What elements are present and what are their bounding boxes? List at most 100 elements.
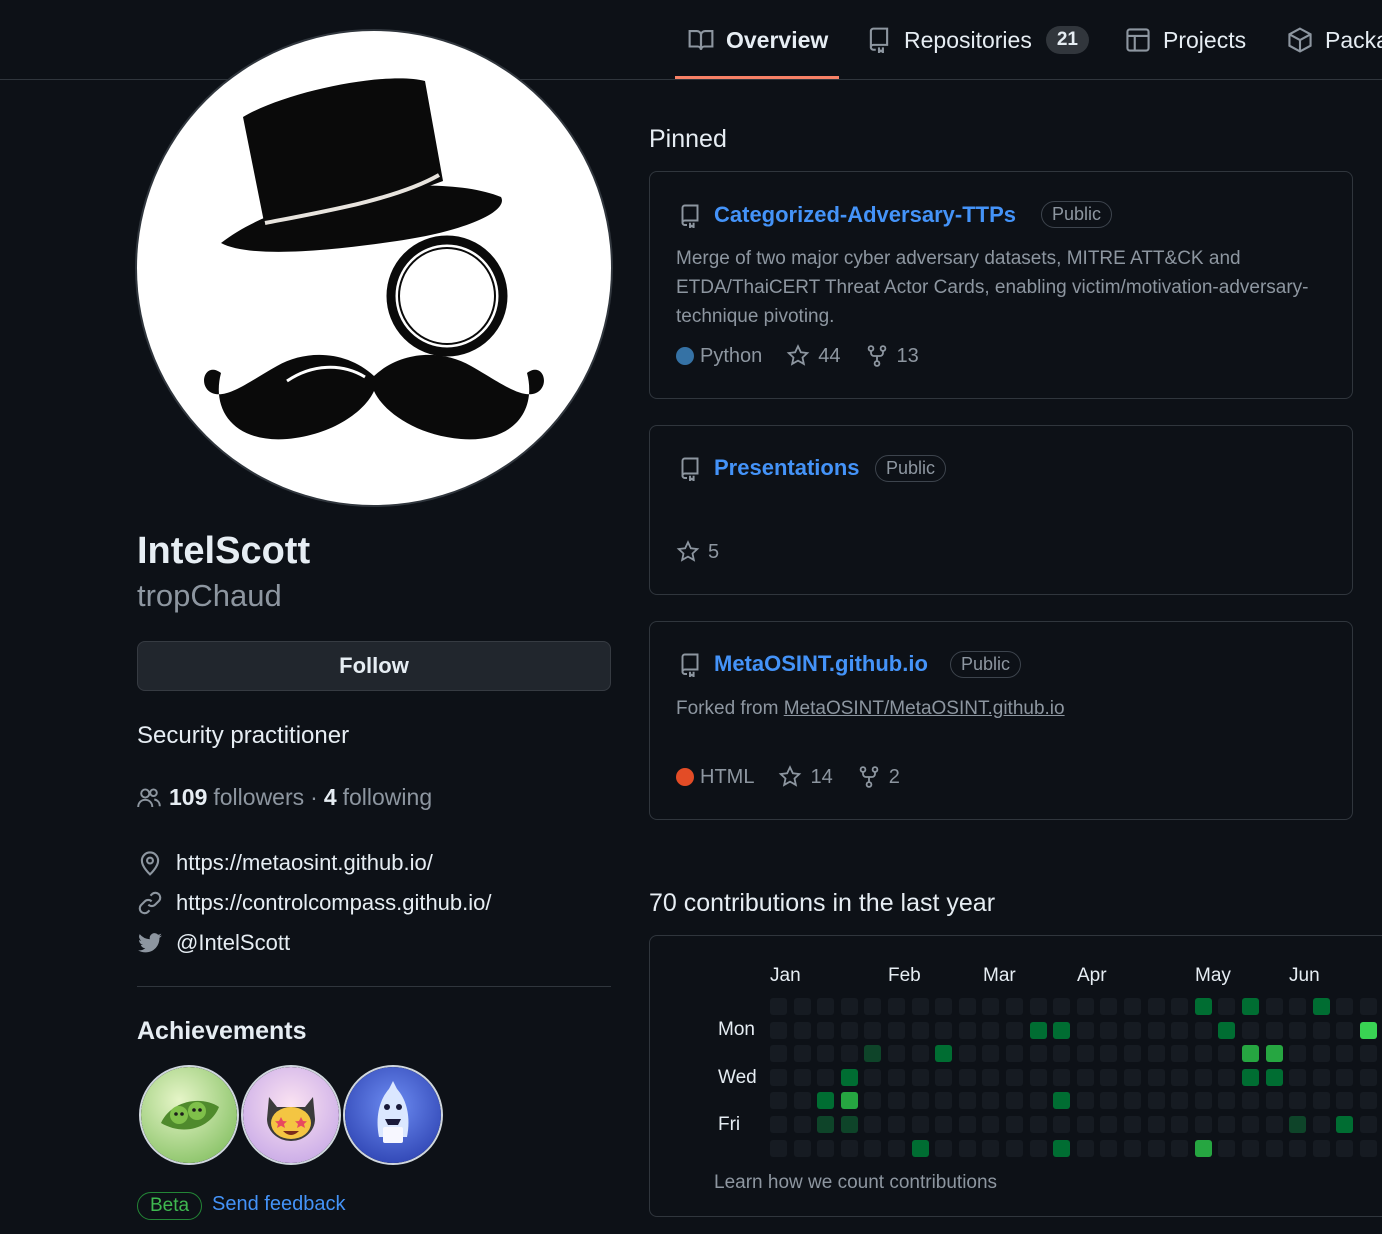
repo-stars-link[interactable]: 14 — [778, 765, 833, 789]
contribution-day-cell[interactable] — [1313, 1140, 1330, 1157]
contribution-day-cell[interactable] — [1195, 1092, 1212, 1109]
contribution-day-cell[interactable] — [817, 1045, 834, 1062]
contribution-day-cell[interactable] — [1242, 1140, 1259, 1157]
contribution-day-cell[interactable] — [1053, 1045, 1070, 1062]
contribution-day-cell[interactable] — [864, 1140, 881, 1157]
contribution-day-cell[interactable] — [1336, 1045, 1353, 1062]
followers-link[interactable]: 109 followers — [169, 784, 304, 811]
contribution-day-cell[interactable] — [982, 1022, 999, 1039]
contribution-day-cell[interactable] — [1124, 1045, 1141, 1062]
contribution-day-cell[interactable] — [912, 1116, 929, 1133]
contribution-day-cell[interactable] — [1266, 1045, 1283, 1062]
contribution-day-cell[interactable] — [1242, 1116, 1259, 1133]
contribution-day-cell[interactable] — [864, 1069, 881, 1086]
contribution-day-cell[interactable] — [888, 1022, 905, 1039]
contribution-day-cell[interactable] — [1124, 1140, 1141, 1157]
contribution-day-cell[interactable] — [1360, 1092, 1377, 1109]
pair-extraordinaire-badge[interactable] — [141, 1067, 237, 1163]
contribution-day-cell[interactable] — [1148, 1092, 1165, 1109]
contribution-day-cell[interactable] — [1053, 1069, 1070, 1086]
contribution-day-cell[interactable] — [1171, 1069, 1188, 1086]
contribution-day-cell[interactable] — [912, 1092, 929, 1109]
contribution-day-cell[interactable] — [817, 1140, 834, 1157]
contribution-day-cell[interactable] — [935, 1092, 952, 1109]
contribution-day-cell[interactable] — [770, 1140, 787, 1157]
contribution-day-cell[interactable] — [912, 1022, 929, 1039]
contribution-day-cell[interactable] — [1195, 1022, 1212, 1039]
contribution-day-cell[interactable] — [1195, 1116, 1212, 1133]
contribution-day-cell[interactable] — [1266, 1116, 1283, 1133]
contribution-day-cell[interactable] — [912, 1069, 929, 1086]
pull-shark-badge[interactable] — [345, 1067, 441, 1163]
contribution-day-cell[interactable] — [841, 1140, 858, 1157]
contribution-day-cell[interactable] — [1006, 1045, 1023, 1062]
contribution-day-cell[interactable] — [888, 1140, 905, 1157]
contribution-day-cell[interactable] — [1313, 1092, 1330, 1109]
contribution-day-cell[interactable] — [1313, 998, 1330, 1015]
contribution-day-cell[interactable] — [1100, 1116, 1117, 1133]
contribution-day-cell[interactable] — [1266, 1069, 1283, 1086]
contribution-day-cell[interactable] — [841, 1116, 858, 1133]
contribution-day-cell[interactable] — [1266, 1022, 1283, 1039]
repo-forks-link[interactable]: 13 — [865, 344, 919, 368]
contribution-day-cell[interactable] — [794, 1045, 811, 1062]
contribution-day-cell[interactable] — [888, 1116, 905, 1133]
contribution-day-cell[interactable] — [982, 998, 999, 1015]
contribution-day-cell[interactable] — [1030, 1069, 1047, 1086]
contribution-day-cell[interactable] — [1124, 1092, 1141, 1109]
contribution-day-cell[interactable] — [1171, 998, 1188, 1015]
contribution-day-cell[interactable] — [864, 1092, 881, 1109]
contribution-day-cell[interactable] — [912, 998, 929, 1015]
contribution-day-cell[interactable] — [1077, 1092, 1094, 1109]
contribution-day-cell[interactable] — [1100, 1140, 1117, 1157]
contribution-day-cell[interactable] — [817, 998, 834, 1015]
contribution-day-cell[interactable] — [1148, 1045, 1165, 1062]
contribution-day-cell[interactable] — [1006, 1092, 1023, 1109]
forked-from-link[interactable]: MetaOSINT/MetaOSINT.github.io — [784, 698, 1065, 719]
contribution-day-cell[interactable] — [1218, 1092, 1235, 1109]
contribution-day-cell[interactable] — [794, 998, 811, 1015]
contribution-day-cell[interactable] — [1124, 998, 1141, 1015]
contribution-day-cell[interactable] — [841, 1045, 858, 1062]
contribution-day-cell[interactable] — [1218, 998, 1235, 1015]
contribution-day-cell[interactable] — [1124, 1116, 1141, 1133]
contribution-day-cell[interactable] — [1148, 1140, 1165, 1157]
contribution-day-cell[interactable] — [794, 1140, 811, 1157]
contribution-day-cell[interactable] — [888, 998, 905, 1015]
contribution-day-cell[interactable] — [1336, 1140, 1353, 1157]
contribution-day-cell[interactable] — [935, 1069, 952, 1086]
contribution-day-cell[interactable] — [1242, 1045, 1259, 1062]
starstruck-badge[interactable] — [243, 1067, 339, 1163]
repo-forks-link[interactable]: 2 — [857, 765, 900, 789]
contribution-day-cell[interactable] — [1266, 998, 1283, 1015]
contribution-day-cell[interactable] — [1336, 1022, 1353, 1039]
contribution-day-cell[interactable] — [1100, 1045, 1117, 1062]
contribution-day-cell[interactable] — [1266, 1140, 1283, 1157]
contribution-day-cell[interactable] — [1100, 998, 1117, 1015]
contribution-day-cell[interactable] — [959, 1140, 976, 1157]
contribution-day-cell[interactable] — [1077, 1069, 1094, 1086]
contribution-day-cell[interactable] — [1242, 1022, 1259, 1039]
contribution-day-cell[interactable] — [770, 1045, 787, 1062]
contribution-day-cell[interactable] — [817, 1069, 834, 1086]
contribution-day-cell[interactable] — [1148, 998, 1165, 1015]
contribution-day-cell[interactable] — [1218, 1140, 1235, 1157]
contribution-day-cell[interactable] — [1124, 1022, 1141, 1039]
contribution-day-cell[interactable] — [841, 1069, 858, 1086]
contribution-day-cell[interactable] — [935, 1045, 952, 1062]
contribution-day-cell[interactable] — [1360, 1022, 1377, 1039]
contribution-day-cell[interactable] — [864, 1116, 881, 1133]
contribution-day-cell[interactable] — [1289, 1140, 1306, 1157]
contribution-day-cell[interactable] — [888, 1069, 905, 1086]
contribution-day-cell[interactable] — [888, 1045, 905, 1062]
contribution-day-cell[interactable] — [1336, 998, 1353, 1015]
contribution-day-cell[interactable] — [1077, 1045, 1094, 1062]
contribution-day-cell[interactable] — [982, 1092, 999, 1109]
contribution-day-cell[interactable] — [959, 1116, 976, 1133]
follow-button[interactable]: Follow — [137, 641, 611, 691]
contribution-day-cell[interactable] — [959, 1045, 976, 1062]
contribution-day-cell[interactable] — [959, 1069, 976, 1086]
contribution-day-cell[interactable] — [770, 1069, 787, 1086]
contribution-day-cell[interactable] — [1148, 1116, 1165, 1133]
contribution-day-cell[interactable] — [1218, 1022, 1235, 1039]
